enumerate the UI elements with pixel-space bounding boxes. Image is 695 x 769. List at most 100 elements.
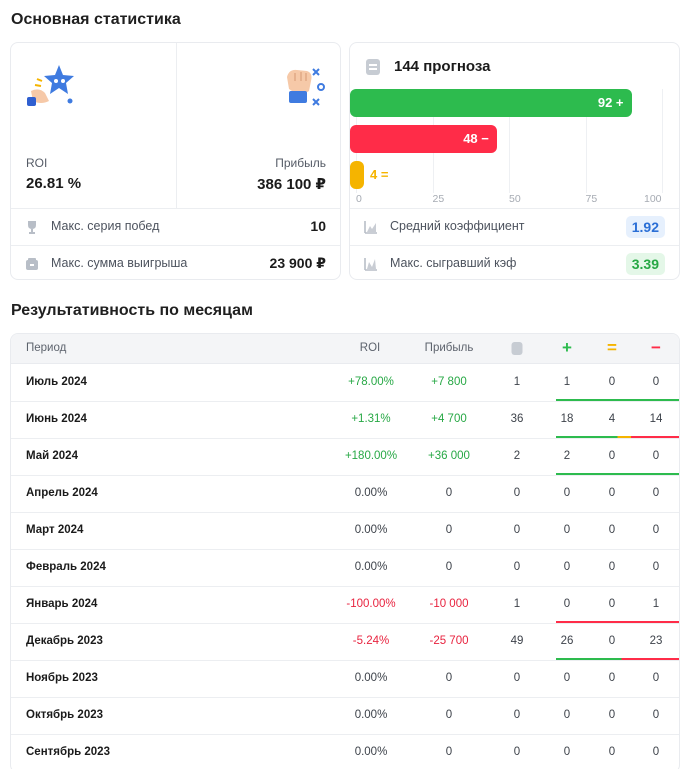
roi-cell: +180.00% [344,450,398,462]
tick-label: 50 [509,193,521,205]
profit-cell: 0 [445,709,453,721]
total-cell: 0 [513,746,521,758]
loss-cell: 0 [652,376,660,388]
win-cell: 0 [563,524,571,536]
period-cell: Февраль 2024 [26,561,106,573]
roi-cell: 0.00% [354,561,388,573]
roi-cell: 0.00% [354,746,388,758]
loss-cell: 0 [652,524,660,536]
result-ratio-bar [556,658,679,660]
roi-profit-panel: ROI 26.81 % Прибыль 386 100 ₽ [11,43,340,209]
draw-bar [350,161,364,189]
avg-coef-row: Средний коэффициент 1.92 [350,209,679,245]
table-row[interactable]: Ноябрь 2023 0.00% 0 0 0 0 0 [11,661,679,698]
table-row[interactable]: Октябрь 2023 0.00% 0 0 0 0 0 [11,698,679,735]
header-profit: Прибыль [424,342,474,354]
result-ratio-bar [556,436,679,438]
loss-cell: 0 [652,450,660,462]
loss-cell: 0 [652,746,660,758]
chart-icon [364,221,377,234]
win-cell: 2 [563,450,571,462]
divider [176,43,177,209]
max-win-amount-value: 23 900 ₽ [269,255,326,271]
roi-cell: -5.24% [352,635,390,647]
period-cell: Декабрь 2023 [26,635,103,647]
total-cell: 36 [510,413,524,425]
roi-cell: 0.00% [354,524,388,536]
loss-cell: 0 [652,561,660,573]
period-cell: Сентябрь 2023 [26,746,110,758]
star-hand-illustration [27,65,74,106]
draw-cell: 0 [608,598,616,610]
draw-cell: 0 [608,487,616,499]
header-win: + [562,338,572,357]
loss-cell: 0 [652,709,660,721]
table-row[interactable]: Май 2024 +180.00% +36 000 2 2 0 0 [11,439,679,476]
roi-cell: +1.31% [351,413,391,425]
table-row[interactable]: Декабрь 2023 -5.24% -25 700 49 26 0 23 [11,624,679,661]
roi-label: ROI [26,156,48,170]
period-cell: Июль 2024 [26,376,87,388]
roi-value: 26.81 % [26,175,82,192]
total-cell: 0 [513,487,521,499]
header-period: Период [26,342,67,354]
main-stats-card: ROI 26.81 % Прибыль 386 100 ₽ Макс. сери… [10,42,341,280]
forecasts-bar-chart: 0 25 50 75 100 92 + 48 − 4 = [350,89,679,209]
win-cell: 0 [563,672,571,684]
loss-cell: 1 [652,598,660,610]
main-stats-title: Основная статистика [11,11,181,28]
loss-cell: 14 [649,413,663,425]
period-cell: Апрель 2024 [26,487,98,499]
profit-cell: +4 700 [431,413,467,425]
draw-cell: 0 [608,524,616,536]
win-cell: 0 [563,709,571,721]
loss-cell: 23 [649,635,663,647]
max-win-amount-label: Макс. сумма выигрыша [51,256,188,270]
win-cell: 26 [560,635,574,647]
tick-label: 100 [644,193,662,205]
roi-cell: -100.00% [346,598,396,610]
forecasts-title: 144 прогноза [394,58,491,75]
max-win-amount-row: Макс. сумма выигрыша 23 900 ₽ [11,245,340,279]
period-cell: Октябрь 2023 [26,709,104,721]
table-row[interactable]: Март 2024 0.00% 0 0 0 0 0 [11,513,679,550]
fist-illustration [287,68,325,106]
win-cell: 0 [563,561,571,573]
loss-cell: 0 [652,487,660,499]
profit-cell: -25 700 [429,635,469,647]
max-coef-row: Макс. сыгравший кэф 3.39 [350,245,679,279]
monthly-table: Период ROI Прибыль + = − Июль 2024 +78.00… [10,333,680,769]
win-bar-label: 92 + [597,95,624,110]
table-row[interactable]: Январь 2024 -100.00% -10 000 1 0 0 1 [11,587,679,624]
max-win-streak-label: Макс. серия побед [51,219,160,233]
header-count-icon [511,342,523,355]
chart-icon [364,258,377,271]
draw-cell: 0 [608,635,616,647]
header-loss: − [651,338,661,357]
total-cell: 0 [513,561,521,573]
table-row[interactable]: Февраль 2024 0.00% 0 0 0 0 0 [11,550,679,587]
result-ratio-bar [556,399,679,401]
tick-label: 0 [356,193,362,205]
draw-bar-label: 4 = [370,167,389,182]
avg-coef-value: 1.92 [625,216,665,238]
profit-cell: 0 [445,561,453,573]
profit-value: 386 100 ₽ [257,176,326,193]
win-bar: 92 + [350,89,632,117]
profit-cell: 0 [445,746,453,758]
draw-cell: 0 [608,672,616,684]
tick-label: 25 [432,193,445,205]
table-row[interactable]: Июль 2024 +78.00% +7 800 1 1 0 0 [11,365,679,402]
table-row[interactable]: Апрель 2024 0.00% 0 0 0 0 0 [11,476,679,513]
table-header: Период ROI Прибыль + = − [11,334,679,364]
draw-cell: 0 [608,561,616,573]
table-row[interactable]: Сентябрь 2023 0.00% 0 0 0 0 0 [11,735,679,769]
draw-cell: 0 [608,450,616,462]
gridline [662,89,663,193]
draw-cell: 4 [608,413,616,425]
table-row[interactable]: Июнь 2024 +1.31% +4 700 36 18 4 14 [11,402,679,439]
monthly-title: Результативность по месяцам [11,302,253,319]
max-win-streak-value: 10 [310,218,326,234]
period-cell: Январь 2024 [26,598,98,610]
draw-cell: 0 [608,376,616,388]
